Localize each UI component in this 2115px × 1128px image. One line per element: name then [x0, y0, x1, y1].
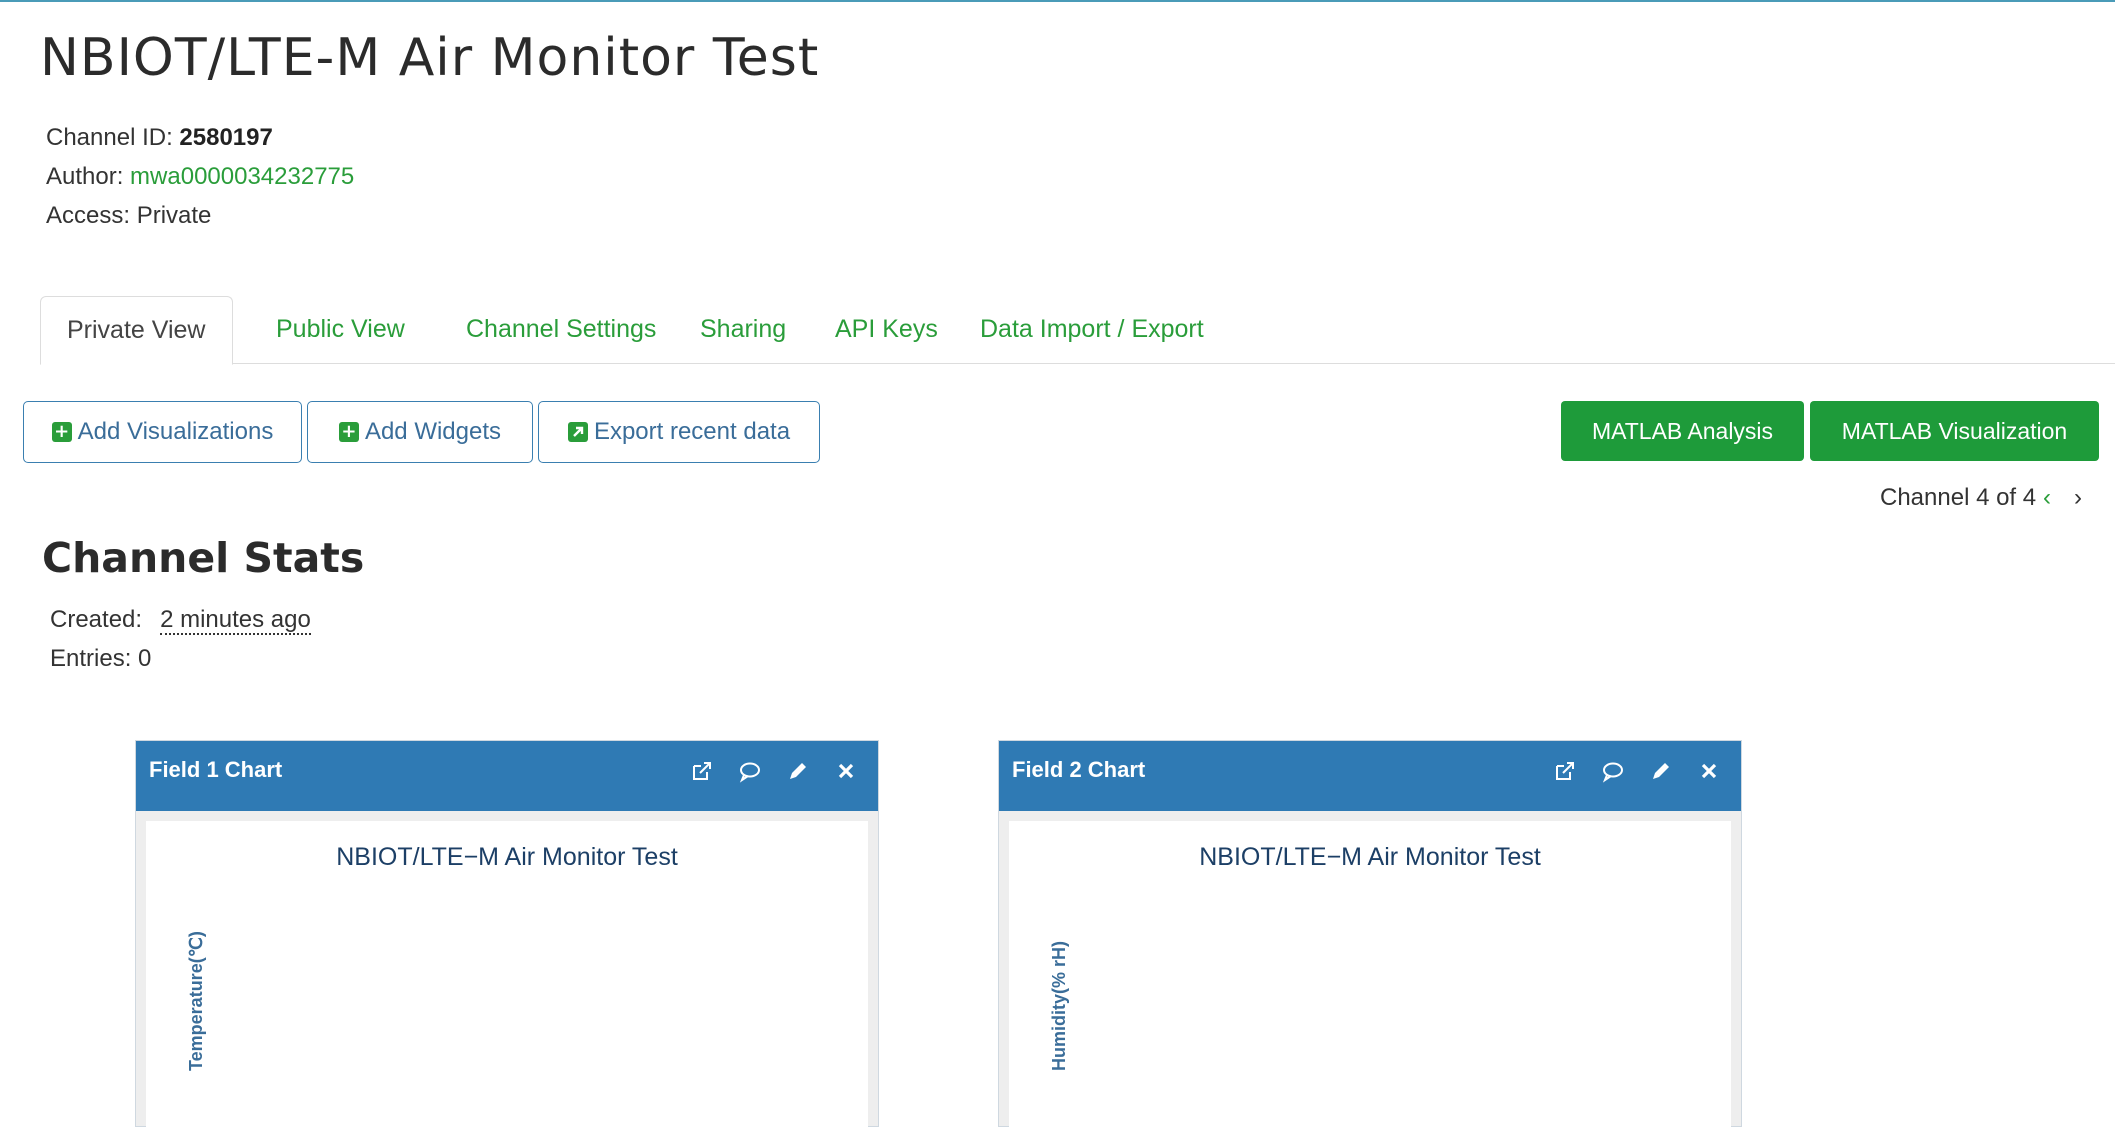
channel-stats-heading: Channel Stats	[42, 534, 365, 582]
tab-public-view[interactable]: Public View	[250, 296, 431, 364]
top-rule	[0, 0, 2115, 2]
author-link[interactable]: mwa0000034232775	[130, 163, 354, 190]
add-visualizations-button[interactable]: + Add Visualizations	[23, 401, 302, 463]
comment-icon[interactable]	[738, 759, 762, 783]
chart-area: NBIOT/LTE−M Air Monitor Test Humidity(% …	[1009, 821, 1731, 1128]
panel-icons	[1553, 759, 1721, 783]
channel-stats: Created: 2 minutes ago Entries: 0	[50, 600, 311, 678]
add-widgets-button[interactable]: + Add Widgets	[307, 401, 533, 463]
comment-icon[interactable]	[1601, 759, 1625, 783]
panel-title: Field 2 Chart	[1012, 757, 1146, 782]
chevron-right-icon[interactable]: ›	[2074, 484, 2082, 512]
page-title: NBIOT/LTE-M Air Monitor Test	[40, 28, 820, 88]
chart-y-axis-label: Humidity(% rH)	[1049, 941, 1069, 1071]
open-external-icon[interactable]	[690, 759, 714, 783]
entries-row: Entries: 0	[50, 645, 152, 672]
matlab-visualization-button[interactable]: MATLAB Visualization	[1810, 401, 2099, 461]
export-icon	[567, 422, 588, 442]
close-icon[interactable]	[1697, 759, 1721, 783]
tab-channel-settings[interactable]: Channel Settings	[440, 296, 682, 364]
access-row: Access: Private	[46, 202, 212, 229]
chart-title: NBIOT/LTE−M Air Monitor Test	[1199, 843, 1541, 871]
tab-private-view[interactable]: Private View	[40, 296, 233, 365]
chart-title: NBIOT/LTE−M Air Monitor Test	[336, 843, 678, 871]
chart-y-axis-label: Temperature(℃)	[186, 931, 206, 1071]
open-external-icon[interactable]	[1553, 759, 1577, 783]
channel-id-row: Channel ID: 2580197	[46, 118, 354, 157]
created-label: Created:	[50, 606, 143, 633]
panel-icons	[690, 759, 858, 783]
channel-pager-text: Channel 4 of 4	[1880, 484, 2037, 511]
tab-sharing[interactable]: Sharing	[674, 296, 812, 364]
pencil-icon[interactable]	[786, 759, 810, 783]
channel-id-label: Channel ID:	[46, 124, 180, 151]
author-label: Author:	[46, 163, 131, 190]
chevron-left-icon[interactable]: ‹	[2043, 484, 2051, 512]
panel-title: Field 1 Chart	[149, 757, 283, 782]
created-row: Created: 2 minutes ago	[50, 600, 311, 639]
channel-id-value: 2580197	[179, 124, 273, 151]
tab-bar: Private View Public View Channel Setting…	[40, 296, 2115, 365]
plus-icon: +	[338, 422, 359, 442]
chart-area: NBIOT/LTE−M Air Monitor Test Temperature…	[146, 821, 868, 1128]
plus-icon: +	[51, 422, 72, 442]
channel-meta: Channel ID: 2580197 Author: mwa000003423…	[46, 118, 354, 235]
panel-header: Field 1 Chart	[136, 741, 878, 811]
pencil-icon[interactable]	[1649, 759, 1673, 783]
tab-data-import-export[interactable]: Data Import / Export	[954, 296, 1230, 364]
add-visualizations-label: Add Visualizations	[77, 418, 274, 445]
field-2-chart-panel: Field 2 Chart NBIOT/LTE−M Air Monitor Te…	[998, 740, 1742, 1128]
author-row: Author: mwa0000034232775	[46, 157, 354, 196]
matlab-analysis-button[interactable]: MATLAB Analysis	[1561, 401, 1804, 461]
field-1-chart-panel: Field 1 Chart NBIOT/LTE−M Air Monitor Te…	[135, 740, 879, 1128]
created-value: 2 minutes ago	[160, 606, 311, 635]
tab-api-keys[interactable]: API Keys	[809, 296, 964, 364]
close-icon[interactable]	[834, 759, 858, 783]
panel-header: Field 2 Chart	[999, 741, 1741, 811]
add-widgets-label: Add Widgets	[364, 418, 502, 445]
export-recent-data-button[interactable]: Export recent data	[538, 401, 820, 463]
export-recent-data-label: Export recent data	[593, 418, 791, 445]
